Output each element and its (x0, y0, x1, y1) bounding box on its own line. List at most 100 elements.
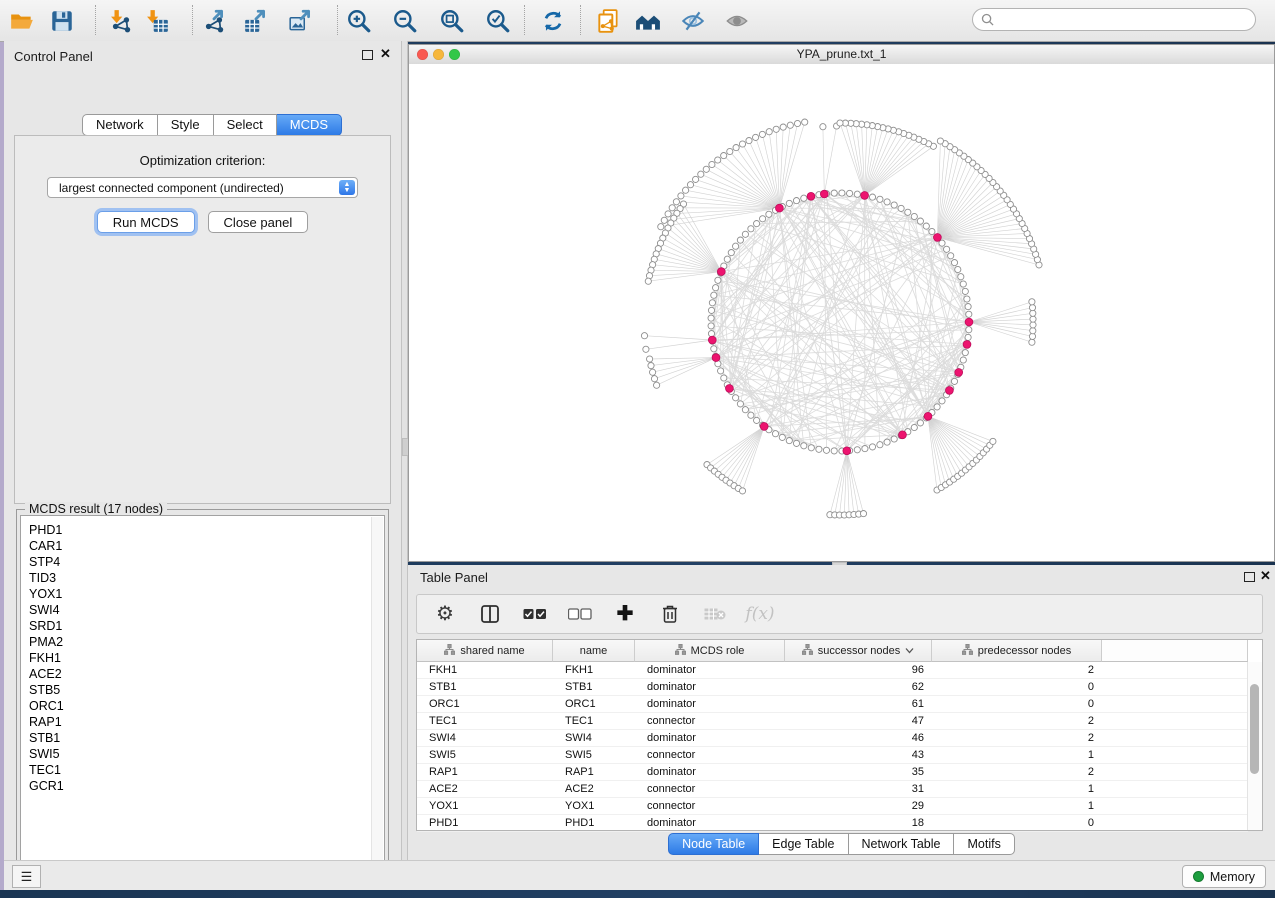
optimization-criterion-select[interactable]: largest connected component (undirected)… (47, 177, 358, 198)
columns-button[interactable] (478, 602, 502, 626)
close-panel-button[interactable]: Close panel (208, 211, 309, 233)
column-header-predecessor-nodes[interactable]: predecessor nodes (932, 640, 1102, 662)
export-table-button[interactable] (241, 6, 271, 36)
table-row[interactable]: PHD1PHD1dominator180 (417, 815, 1248, 832)
zoom-in-button[interactable] (344, 6, 374, 36)
mcds-result-item[interactable]: CAR1 (29, 538, 384, 554)
zoom-out-button[interactable] (390, 6, 420, 36)
hide-style-button[interactable] (678, 6, 708, 36)
mcds-result-item[interactable]: PHD1 (29, 522, 384, 538)
table-row[interactable]: SWI4SWI4dominator462 (417, 730, 1248, 747)
mcds-result-item[interactable]: FKH1 (29, 650, 384, 666)
deselect-all-button[interactable] (568, 602, 592, 626)
memory-button[interactable]: Memory (1182, 865, 1266, 888)
table-row[interactable]: STB1STB1dominator620 (417, 679, 1248, 696)
table-row[interactable]: FKH1FKH1dominator962 (417, 662, 1248, 679)
task-list-button[interactable]: ☰ (12, 865, 41, 888)
control-panel-title: Control Panel (14, 49, 93, 64)
save-session-button[interactable] (47, 6, 77, 36)
tab-network[interactable]: Network (82, 114, 158, 136)
cell-predecessor-nodes: 1 (932, 749, 1102, 761)
select-all-button[interactable] (523, 602, 547, 626)
tab-motifs[interactable]: Motifs (954, 833, 1014, 855)
cell-successor-nodes: 61 (785, 698, 932, 710)
mcds-result-item[interactable]: TID3 (29, 570, 384, 586)
cell-name: ACE2 (553, 783, 635, 795)
mcds-result-item[interactable]: TEC1 (29, 762, 384, 778)
float-table-panel-icon[interactable] (1244, 572, 1255, 582)
float-panel-icon[interactable] (362, 50, 373, 60)
mcds-result-item[interactable]: GCR1 (29, 778, 384, 794)
table-row[interactable]: ACE2ACE2connector311 (417, 781, 1248, 798)
tab-mcds[interactable]: MCDS (277, 114, 342, 136)
mcds-result-item[interactable]: RAP1 (29, 714, 384, 730)
column-tree-icon (962, 644, 973, 658)
tab-node-table[interactable]: Node Table (668, 833, 759, 855)
table-scrollbar-thumb[interactable] (1250, 684, 1259, 774)
mcds-result-item[interactable]: STB5 (29, 682, 384, 698)
network-canvas[interactable] (409, 64, 1274, 561)
minimize-window-icon[interactable] (433, 49, 444, 60)
close-table-panel-icon[interactable]: ✕ (1260, 568, 1271, 584)
vertical-splitter[interactable] (401, 41, 408, 860)
mcds-list-scrollbar[interactable] (371, 517, 383, 873)
tab-edge-table[interactable]: Edge Table (759, 833, 848, 855)
mcds-result-item[interactable]: STP4 (29, 554, 384, 570)
tab-style[interactable]: Style (158, 114, 214, 136)
mcds-result-item[interactable]: ACE2 (29, 666, 384, 682)
export-network-button[interactable] (199, 6, 229, 36)
column-label: name (580, 645, 608, 657)
mcds-result-item[interactable]: SWI4 (29, 602, 384, 618)
cell-mcds-role: dominator (635, 766, 785, 778)
table-row[interactable]: SWI5SWI5connector431 (417, 747, 1248, 764)
import-network-button[interactable] (106, 6, 136, 36)
table-row[interactable]: TEC1TEC1connector472 (417, 713, 1248, 730)
mcds-result-item[interactable]: SRD1 (29, 618, 384, 634)
close-panel-icon[interactable]: ✕ (380, 46, 391, 62)
zoom-selected-button[interactable] (483, 6, 513, 36)
network-graph[interactable] (409, 64, 1274, 561)
settings-button[interactable]: ⚙ (433, 602, 457, 626)
table-scrollbar[interactable] (1247, 662, 1262, 830)
run-mcds-button[interactable]: Run MCDS (97, 211, 195, 233)
toolbar-separator (337, 5, 338, 35)
mcds-result-list[interactable]: PHD1CAR1STP4TID3YOX1SWI4SRD1PMA2FKH1ACE2… (20, 515, 385, 875)
zoom-fit-button[interactable] (437, 6, 467, 36)
cell-successor-nodes: 62 (785, 681, 932, 693)
mcds-result-item[interactable]: STB1 (29, 730, 384, 746)
table-row[interactable]: ORC1ORC1dominator610 (417, 696, 1248, 713)
table-toolbar: ⚙ ✚ f(x) (416, 594, 1263, 634)
search-input[interactable] (998, 10, 1255, 30)
delete-table-button[interactable] (703, 602, 727, 626)
maximize-window-icon[interactable] (449, 49, 460, 60)
column-header-shared-name[interactable]: shared name (417, 640, 553, 662)
trash-icon (661, 604, 679, 624)
table-row[interactable]: RAP1RAP1dominator352 (417, 764, 1248, 781)
import-table-button[interactable] (142, 6, 172, 36)
tab-network-table[interactable]: Network Table (849, 833, 955, 855)
refresh-layout-button[interactable] (538, 6, 568, 36)
open-file-button[interactable] (7, 6, 37, 36)
cell-shared-name: TEC1 (417, 715, 553, 727)
network-from-document-button[interactable] (593, 6, 623, 36)
mcds-result-item[interactable]: YOX1 (29, 586, 384, 602)
add-column-button[interactable]: ✚ (613, 602, 637, 626)
column-header-MCDS-role[interactable]: MCDS role (635, 640, 785, 662)
function-builder-button[interactable]: f(x) (748, 602, 772, 626)
column-header-name[interactable]: name (553, 640, 635, 662)
function-icon: f(x) (745, 604, 774, 624)
home-networks-button[interactable] (633, 6, 663, 36)
delete-table-icon (704, 607, 726, 621)
cell-successor-nodes: 35 (785, 766, 932, 778)
table-row[interactable]: YOX1YOX1connector291 (417, 798, 1248, 815)
mcds-result-item[interactable]: PMA2 (29, 634, 384, 650)
export-image-button[interactable] (286, 6, 316, 36)
delete-columns-button[interactable] (658, 602, 682, 626)
mcds-result-item[interactable]: ORC1 (29, 698, 384, 714)
column-header-successor-nodes[interactable]: successor nodes (785, 640, 932, 662)
search-field[interactable] (972, 8, 1256, 31)
tab-select[interactable]: Select (214, 114, 277, 136)
close-window-icon[interactable] (417, 49, 428, 60)
mcds-result-item[interactable]: SWI5 (29, 746, 384, 762)
show-preview-button[interactable] (722, 6, 752, 36)
